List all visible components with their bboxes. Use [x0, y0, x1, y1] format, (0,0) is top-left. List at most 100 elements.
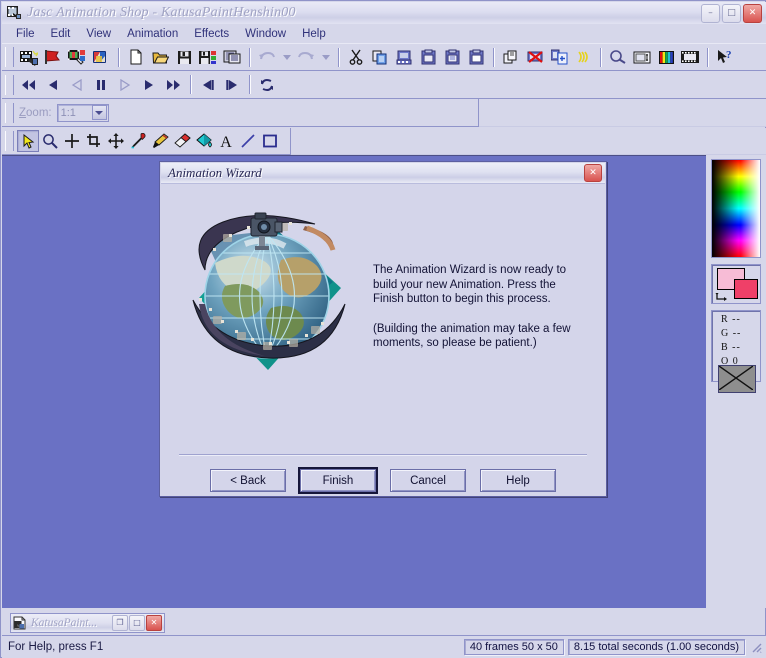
- zoom-toolbar: Zoom: 1:1: [2, 99, 479, 127]
- maximize-button[interactable]: □: [129, 615, 145, 631]
- animation-properties-icon[interactable]: [606, 46, 630, 69]
- color-gradient-picker[interactable]: [711, 159, 761, 258]
- redo-dropdown-icon[interactable]: [318, 46, 333, 69]
- image-wizard-icon[interactable]: [89, 46, 113, 69]
- cut-icon[interactable]: [344, 46, 368, 69]
- svg-text:?: ?: [726, 49, 732, 61]
- tool-palette: A: [2, 128, 291, 155]
- play-icon[interactable]: [137, 73, 161, 96]
- undo-icon[interactable]: [255, 46, 279, 69]
- help-button[interactable]: Help: [480, 469, 556, 492]
- dialog-divider: [179, 454, 587, 455]
- menu-item-view[interactable]: View: [78, 26, 119, 42]
- menu-item-animation[interactable]: Animation: [119, 26, 186, 42]
- transition-wizard-icon[interactable]: [65, 46, 89, 69]
- paste-new-animation-icon[interactable]: [416, 46, 440, 69]
- dialog-paragraph-1: The Animation Wizard is now ready to bui…: [373, 264, 567, 305]
- step-back-icon[interactable]: [65, 73, 89, 96]
- insert-frames-icon[interactable]: [547, 46, 571, 69]
- shape-tool-icon[interactable]: [259, 130, 281, 152]
- propagate-paste-icon[interactable]: [571, 46, 595, 69]
- redo-icon[interactable]: [294, 46, 318, 69]
- optimization-wizard-icon[interactable]: [220, 46, 244, 69]
- paste-new-frames-icon[interactable]: [440, 46, 464, 69]
- fast-forward-icon[interactable]: [161, 73, 185, 96]
- undo-dropdown-icon[interactable]: [279, 46, 294, 69]
- view-animation-icon[interactable]: [678, 46, 702, 69]
- maximize-button[interactable]: □: [722, 4, 741, 23]
- menu-item-file[interactable]: File: [8, 26, 43, 42]
- status-frames: 40 frames 50 x 50: [463, 639, 564, 655]
- menu-item-effects[interactable]: Effects: [186, 26, 237, 42]
- previous-frame-icon[interactable]: [196, 73, 220, 96]
- background-color-swatch[interactable]: [734, 279, 758, 299]
- back-button[interactable]: < Back: [210, 469, 286, 492]
- copy-icon[interactable]: [368, 46, 392, 69]
- open-folder-icon[interactable]: [148, 46, 172, 69]
- color-swatches: [711, 264, 761, 304]
- banner-wizard-icon[interactable]: [41, 46, 65, 69]
- cancel-button[interactable]: Cancel: [390, 469, 466, 492]
- first-frame-icon[interactable]: [17, 73, 41, 96]
- zoom-tool-icon[interactable]: [39, 130, 61, 152]
- color-panel: R -- G -- B -- O 0: [711, 159, 761, 393]
- zoom-combo-box[interactable]: 1:1: [56, 103, 109, 122]
- duplicate-selected-icon[interactable]: [499, 46, 523, 69]
- next-frame-icon[interactable]: [220, 73, 244, 96]
- help-pointer-icon[interactable]: ?: [713, 46, 737, 69]
- menu-item-edit[interactable]: Edit: [43, 26, 79, 42]
- close-button[interactable]: ✕: [146, 615, 162, 631]
- flood-fill-tool-icon[interactable]: [193, 130, 215, 152]
- tool-palette-filler: [291, 128, 766, 155]
- save-icon[interactable]: [172, 46, 196, 69]
- zoom-label-rest: oom:: [26, 106, 52, 119]
- frame-properties-icon[interactable]: [630, 46, 654, 69]
- play-back-icon[interactable]: [113, 73, 137, 96]
- minimized-document-window[interactable]: KatusaPaint... ❐ □ ✕: [10, 613, 165, 633]
- readout-b: B --: [721, 342, 741, 353]
- resize-grip[interactable]: [749, 640, 763, 654]
- restore-button[interactable]: ❐: [112, 615, 128, 631]
- menu-bar: File Edit View Animation Effects Window …: [2, 24, 766, 43]
- zoom-label: Zoom:: [19, 107, 52, 119]
- zoom-label-mnemonic: Z: [19, 106, 27, 119]
- window-controls: – □ ✕: [701, 4, 762, 23]
- dialog-close-button[interactable]: ✕: [584, 164, 602, 182]
- toolbar-gripper[interactable]: [5, 102, 14, 123]
- eraser-tool-icon[interactable]: [171, 130, 193, 152]
- toolbar-gripper[interactable]: [5, 47, 14, 67]
- text-tool-icon[interactable]: A: [215, 130, 237, 152]
- close-button[interactable]: ✕: [743, 4, 762, 23]
- save-frames-icon[interactable]: [196, 46, 220, 69]
- registration-tool-icon[interactable]: [61, 130, 83, 152]
- rewind-icon[interactable]: [41, 73, 65, 96]
- finish-button[interactable]: Finish: [298, 467, 378, 494]
- toolbar-gripper[interactable]: [5, 74, 14, 95]
- loop-icon[interactable]: [255, 73, 279, 96]
- chevron-down-icon[interactable]: [91, 105, 107, 120]
- animation-wizard-icon[interactable]: [17, 46, 41, 69]
- paste-into-frame-icon[interactable]: [464, 46, 488, 69]
- texture-swatch[interactable]: [718, 365, 756, 393]
- menu-item-window[interactable]: Window: [237, 26, 294, 42]
- mover-tool-icon[interactable]: [105, 130, 127, 152]
- copy-frames-icon[interactable]: [392, 46, 416, 69]
- toolbar-gripper[interactable]: [5, 131, 14, 151]
- new-icon[interactable]: [124, 46, 148, 69]
- dialog-text: The Animation Wizard is now ready to bui…: [373, 208, 603, 383]
- status-bar: For Help, press F1 40 frames 50 x 50 8.1…: [2, 635, 766, 658]
- crop-tool-icon[interactable]: [83, 130, 105, 152]
- menu-item-help[interactable]: Help: [294, 26, 334, 42]
- color-palette-icon[interactable]: [654, 46, 678, 69]
- dropper-tool-icon[interactable]: [127, 130, 149, 152]
- delete-frames-icon[interactable]: [523, 46, 547, 69]
- minimize-button[interactable]: –: [701, 4, 720, 23]
- pause-icon[interactable]: [89, 73, 113, 96]
- line-tool-icon[interactable]: [237, 130, 259, 152]
- paint-brush-tool-icon[interactable]: [149, 130, 171, 152]
- dialog-body: The Animation Wizard is now ready to bui…: [163, 186, 603, 494]
- arrow-tool-icon[interactable]: [17, 130, 39, 152]
- status-seconds: 8.15 total seconds (1.00 seconds): [567, 639, 745, 655]
- dialog-title-bar[interactable]: Animation Wizard ✕: [161, 163, 605, 184]
- swap-colors-icon[interactable]: [715, 292, 727, 302]
